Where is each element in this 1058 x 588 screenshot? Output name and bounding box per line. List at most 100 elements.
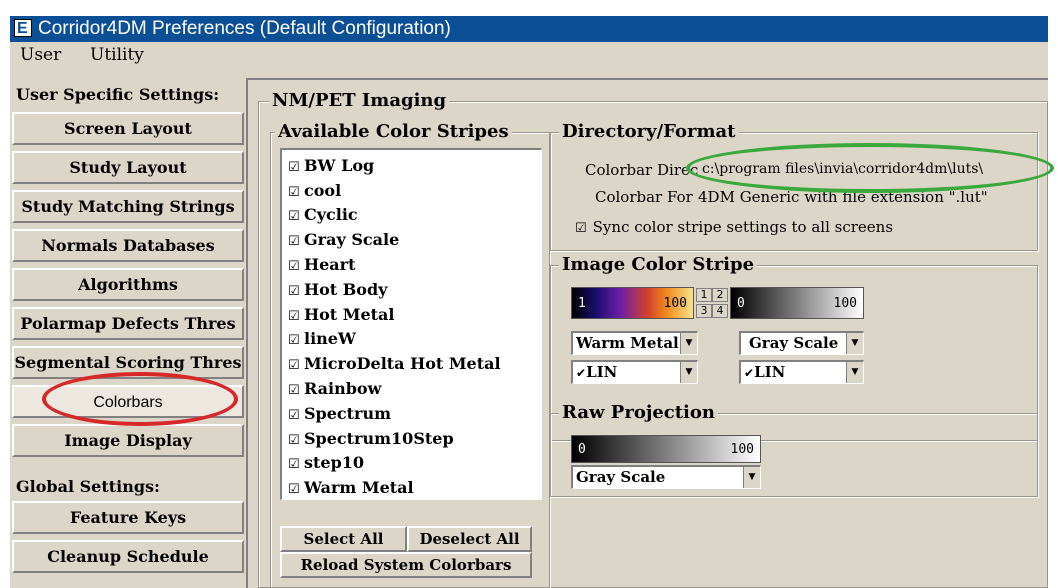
list-item[interactable]: ☑ Spectrum10Step — [288, 429, 454, 448]
dropdown-arrow-icon[interactable]: ▼ — [846, 362, 863, 383]
nav-label: Feature Keys — [69, 508, 187, 527]
list-item-label: Heart — [304, 255, 356, 274]
stripe-min-label: 1 — [578, 296, 586, 311]
nav-image-display[interactable]: Image Display — [12, 424, 244, 457]
nav-label: Normals Databases — [41, 236, 215, 255]
checkbox-icon[interactable]: ☑ — [288, 234, 300, 249]
preferences-frame: User Utility User Specific Settings: Scr… — [10, 42, 1048, 588]
colorbar-format-value[interactable]: 4DM Generic with file extension ".lut" — [698, 188, 988, 206]
checkbox-icon[interactable]: ☑ — [288, 209, 300, 224]
nav-label: Algorithms — [78, 275, 178, 294]
nav-label: Polarmap Defects Thres — [20, 314, 236, 333]
list-item-label: Spectrum10Step — [304, 429, 454, 448]
checkbox-icon[interactable]: ☑ — [288, 482, 300, 497]
scale-label: LIN — [754, 363, 786, 381]
list-item[interactable]: ☑ Heart — [288, 255, 355, 274]
list-item-label: MicroDelta Hot Metal — [304, 354, 501, 373]
dropdown-arrow-icon[interactable]: ▼ — [680, 362, 697, 383]
nav-label: Study Matching Strings — [21, 197, 235, 216]
list-item[interactable]: ☑ step10 — [288, 453, 364, 472]
checkbox-icon[interactable]: ☑ — [288, 309, 300, 324]
nav-feature-keys[interactable]: Feature Keys — [12, 501, 244, 534]
list-item[interactable]: ☑ Rainbow — [288, 379, 381, 398]
check-icon: ✔ — [744, 366, 755, 380]
select-value: ✔LIN — [744, 363, 785, 381]
select-value: Gray Scale — [576, 468, 666, 486]
title-bar: Corridor4DM Preferences (Default Configu… — [10, 16, 1048, 42]
menu-utility[interactable]: Utility — [90, 45, 144, 65]
nav-study-matching-strings[interactable]: Study Matching Strings — [12, 190, 244, 223]
nav-study-layout[interactable]: Study Layout — [12, 151, 244, 184]
list-item[interactable]: ☑ Hot Metal — [288, 305, 394, 324]
nav-cleanup-schedule[interactable]: Cleanup Schedule — [12, 540, 244, 573]
nav-segmental-scoring-thres[interactable]: Segmental Scoring Thres — [12, 346, 244, 379]
list-item-label: Warm Metal — [304, 478, 414, 497]
scale-label: LIN — [586, 363, 618, 381]
checkbox-icon[interactable]: ☑ — [288, 185, 300, 200]
nav-polarmap-defects-thres[interactable]: Polarmap Defects Thres — [12, 307, 244, 340]
menu-user[interactable]: User — [20, 45, 61, 65]
list-item-label: Rainbow — [304, 379, 382, 398]
sync-setting[interactable]: ☑ Sync color stripe settings to all scree… — [575, 218, 893, 236]
list-item-label: Hot Metal — [304, 305, 395, 324]
nav-normals-databases[interactable]: Normals Databases — [12, 229, 244, 262]
left-stripe-select[interactable]: Warm Metal ▼ — [571, 331, 698, 355]
list-item[interactable]: ☑ MicroDelta Hot Metal — [288, 354, 501, 373]
reload-colorbars-button[interactable]: Reload System Colorbars — [280, 552, 532, 578]
layout-option-2[interactable]: 2 — [712, 288, 728, 302]
dropdown-arrow-icon[interactable]: ▼ — [743, 467, 760, 488]
select-all-button[interactable]: Select All — [280, 526, 407, 552]
list-item-label: step10 — [304, 453, 365, 472]
checkbox-icon[interactable]: ☑ — [288, 284, 300, 299]
layout-option-4[interactable]: 4 — [712, 304, 728, 318]
nav-screen-layout[interactable]: Screen Layout — [12, 112, 244, 145]
select-value: Gray Scale — [749, 334, 839, 352]
checkbox-icon[interactable]: ☑ — [575, 221, 587, 236]
directory-format-title: Directory/Format — [559, 121, 739, 142]
checkbox-icon[interactable]: ☑ — [288, 408, 300, 423]
checkbox-icon[interactable]: ☑ — [288, 457, 300, 472]
checkbox-icon[interactable]: ☑ — [288, 259, 300, 274]
nav-label: Image Display — [64, 431, 192, 450]
list-item[interactable]: ☑ Spectrum — [288, 404, 391, 423]
list-item-label: Spectrum — [304, 404, 392, 423]
raw-stripe-select[interactable]: Gray Scale ▼ — [571, 465, 761, 489]
color-stripes-title: Available Color Stripes — [275, 121, 512, 142]
nav-label: Colorbars — [93, 394, 163, 411]
stripe-max-label: 100 — [663, 296, 687, 311]
list-item-label: Cyclic — [304, 205, 358, 224]
layout-option-1[interactable]: 1 — [696, 288, 712, 302]
checkbox-icon[interactable]: ☑ — [288, 383, 300, 398]
list-item[interactable]: ☑ Cyclic — [288, 205, 358, 224]
list-item[interactable]: ☑ Gray Scale — [288, 230, 399, 249]
checkbox-icon[interactable]: ☑ — [288, 333, 300, 348]
application-window: Corridor4DM Preferences (Default Configu… — [0, 0, 1058, 588]
layout-option-3[interactable]: 3 — [696, 304, 712, 318]
stripe-max-label: 100 — [730, 442, 754, 457]
stripe-min-label: 0 — [737, 296, 745, 311]
nav-algorithms[interactable]: Algorithms — [12, 268, 244, 301]
dropdown-arrow-icon[interactable]: ▼ — [680, 333, 697, 354]
dropdown-arrow-icon[interactable]: ▼ — [846, 333, 863, 354]
colorbar-directory-value[interactable]: c:\program files\invia\corridor4dm\luts\ — [702, 161, 983, 177]
list-item[interactable]: ☑ Warm Metal — [288, 478, 414, 497]
color-stripe-list: ☑ BW Log ☑ cool ☑ Cyclic ☑ Gray Scale ☑ Heart… — [280, 148, 542, 500]
list-item[interactable]: ☑ cool — [288, 181, 341, 200]
checkbox-icon[interactable]: ☑ — [288, 358, 300, 373]
app-icon — [14, 16, 32, 42]
list-item[interactable]: ☑ lineW — [288, 329, 356, 348]
check-icon: ✔ — [576, 366, 587, 380]
global-settings-heading: Global Settings: — [16, 477, 160, 496]
nav-label: Segmental Scoring Thres — [14, 353, 242, 372]
checkbox-icon[interactable]: ☑ — [288, 433, 300, 448]
list-item[interactable]: ☑ BW Log — [288, 156, 374, 175]
left-scale-select[interactable]: ✔LIN ▼ — [571, 360, 698, 384]
list-item-label: BW Log — [304, 156, 375, 175]
nav-colorbars[interactable]: Colorbars — [12, 385, 244, 418]
checkbox-icon[interactable]: ☑ — [288, 160, 300, 175]
right-stripe-select[interactable]: Gray Scale ▼ — [739, 331, 864, 355]
raw-gray-stripe: 0 100 — [571, 435, 761, 463]
list-item[interactable]: ☑ Hot Body — [288, 280, 387, 299]
right-scale-select[interactable]: ✔LIN ▼ — [739, 360, 864, 384]
deselect-all-button[interactable]: Deselect All — [407, 526, 532, 552]
